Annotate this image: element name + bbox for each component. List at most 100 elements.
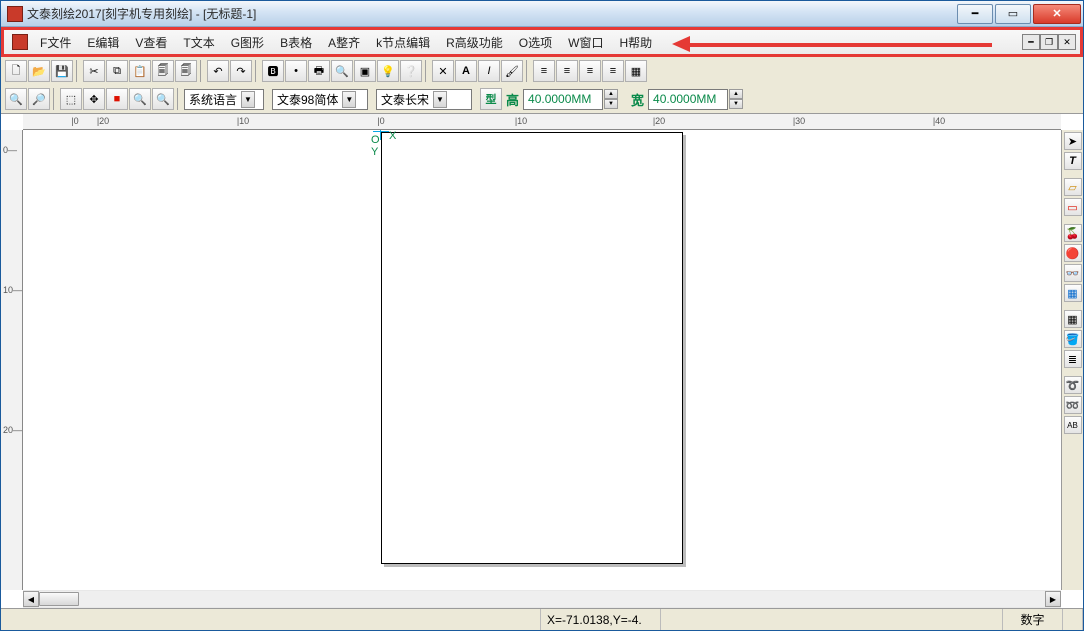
menu-table[interactable]: B表格 xyxy=(272,31,320,54)
shape-button[interactable]: 型 xyxy=(480,88,502,110)
tool-bold[interactable]: 🅱 xyxy=(262,60,284,82)
horizontal-scrollbar[interactable]: ◀ ▶ xyxy=(23,590,1061,608)
tool-glasses[interactable]: 👓 xyxy=(1064,264,1082,282)
tool-cursor[interactable]: ➤ xyxy=(1064,132,1082,150)
dropdown-icon[interactable]: ▼ xyxy=(433,91,447,108)
frame-button[interactable]: ▣ xyxy=(354,60,376,82)
align-left-button[interactable]: ≡ xyxy=(533,60,555,82)
group-button-b[interactable]: 🗐 xyxy=(175,60,197,82)
charA-button[interactable]: A xyxy=(455,60,477,82)
menu-text[interactable]: T文本 xyxy=(175,31,222,54)
status-spacer xyxy=(661,609,1003,630)
zoom-region-button[interactable]: 🔍 xyxy=(129,88,151,110)
dropdown-icon[interactable]: ▼ xyxy=(342,91,356,108)
canvas[interactable]: O X Y xyxy=(23,130,1061,590)
preview-button[interactable]: 🔍 xyxy=(331,60,353,82)
window-title: 文泰刻绘2017[刻字机专用刻绘] - [无标题-1] xyxy=(27,5,957,22)
titlebar: 文泰刻绘2017[刻字机专用刻绘] - [无标题-1] ━ ▭ ✕ xyxy=(1,1,1083,27)
dropdown-icon[interactable]: ▼ xyxy=(241,91,255,108)
tool-clipart-a[interactable]: 🍒 xyxy=(1064,224,1082,242)
tool-list[interactable]: • xyxy=(285,60,307,82)
font-combo[interactable]: 文泰98简体 ▼ xyxy=(272,89,368,110)
open-button[interactable]: 📂 xyxy=(28,60,50,82)
menu-window[interactable]: W窗口 xyxy=(560,31,611,54)
group-button-a[interactable]: 🗐 xyxy=(152,60,174,82)
language-combo[interactable]: 系统语言 ▼ xyxy=(184,89,264,110)
print-button[interactable]: 🖶 xyxy=(308,60,330,82)
tool-lines[interactable]: ≣ xyxy=(1064,350,1082,368)
maximize-button[interactable]: ▭ xyxy=(995,4,1031,24)
brush-button[interactable]: 🖌 xyxy=(501,60,523,82)
minimize-button[interactable]: ━ xyxy=(957,4,993,24)
paste-button[interactable]: 📋 xyxy=(129,60,151,82)
tool-rect[interactable]: ▭ xyxy=(1064,198,1082,216)
close-button[interactable]: ✕ xyxy=(1033,4,1081,24)
scroll-right-button[interactable]: ▶ xyxy=(1045,591,1061,607)
redo-button[interactable]: ↷ xyxy=(230,60,252,82)
ruler-tick: 0— xyxy=(3,145,17,155)
menu-view[interactable]: V查看 xyxy=(127,31,175,54)
align-center-button[interactable]: ≡ xyxy=(556,60,578,82)
doc-icon xyxy=(12,34,28,50)
origin-x-label: X xyxy=(389,130,396,142)
tool-text[interactable]: T xyxy=(1064,152,1082,170)
menu-help[interactable]: H帮助 xyxy=(611,31,660,54)
scroll-track[interactable] xyxy=(39,591,1045,607)
width-input[interactable] xyxy=(648,89,728,110)
menu-edit[interactable]: E编辑 xyxy=(79,31,127,54)
scroll-left-button[interactable]: ◀ xyxy=(23,591,39,607)
ruler-tick: |0 xyxy=(71,116,78,126)
menu-file[interactable]: F文件 xyxy=(32,31,79,54)
align-right-button[interactable]: ≡ xyxy=(579,60,601,82)
save-button[interactable]: 💾 xyxy=(51,60,73,82)
width-spin-up[interactable]: ▲ xyxy=(729,89,743,99)
ruler-tick: |20 xyxy=(97,116,109,126)
tool-palette[interactable]: ▦ xyxy=(1064,310,1082,328)
fill-red-button[interactable]: ■ xyxy=(106,88,128,110)
style-combo[interactable]: 文泰长宋 ▼ xyxy=(376,89,472,110)
tool-ab[interactable]: AB xyxy=(1064,416,1082,434)
ruler-tick: |10 xyxy=(515,116,527,126)
language-combo-value: 系统语言 xyxy=(189,91,237,108)
align-justify-button[interactable]: ≡ xyxy=(602,60,624,82)
origin-y-label: Y xyxy=(371,146,378,158)
tool-bucket[interactable]: 🪣 xyxy=(1064,330,1082,348)
zoom-in-button[interactable]: 🔍 xyxy=(5,88,27,110)
scroll-thumb[interactable] xyxy=(39,592,79,606)
tool-table[interactable]: ▦ xyxy=(1064,284,1082,302)
about-button[interactable]: ❔ xyxy=(400,60,422,82)
tool-skew[interactable]: ▱ xyxy=(1064,178,1082,196)
menu-align[interactable]: A整齐 xyxy=(320,31,368,54)
tool-clipart-b[interactable]: 🔴 xyxy=(1064,244,1082,262)
mdi-close[interactable]: ✕ xyxy=(1058,34,1076,50)
ruler-tick: |10 xyxy=(237,116,249,126)
width-spin-down[interactable]: ▼ xyxy=(729,99,743,109)
zoom-out-button[interactable]: 🔎 xyxy=(28,88,50,110)
tool-path-a[interactable]: ➰ xyxy=(1064,376,1082,394)
new-button[interactable]: 🗋 xyxy=(5,60,27,82)
height-spin-down[interactable]: ▼ xyxy=(604,99,618,109)
tool-path-b[interactable]: ➿ xyxy=(1064,396,1082,414)
workspace: |0|20|10|0|10|20|30|40 0—10—20— O X Y ➤ … xyxy=(1,114,1083,608)
copy-button[interactable]: ⧉ xyxy=(106,60,128,82)
menu-advanced[interactable]: R高级功能 xyxy=(438,31,511,54)
node-button[interactable]: ✕ xyxy=(432,60,454,82)
pan-button[interactable]: ✥ xyxy=(83,88,105,110)
toolbar-secondary: 🔍 🔎 ⬚ ✥ ■ 🔍 🔍 系统语言 ▼ 文泰98简体 ▼ 文泰长宋 ▼ xyxy=(1,85,1083,113)
cut-button[interactable]: ✂ xyxy=(83,60,105,82)
height-input[interactable] xyxy=(523,89,603,110)
menu-options[interactable]: O选项 xyxy=(511,31,560,54)
status-message xyxy=(1,609,541,630)
height-spin-up[interactable]: ▲ xyxy=(604,89,618,99)
menu-graphic[interactable]: G图形 xyxy=(223,31,272,54)
grid-button[interactable]: ▦ xyxy=(625,60,647,82)
menu-node[interactable]: k节点编辑 xyxy=(368,31,438,54)
undo-button[interactable]: ↶ xyxy=(207,60,229,82)
mdi-minimize[interactable]: ━ xyxy=(1022,34,1040,50)
select-button[interactable]: ⬚ xyxy=(60,88,82,110)
bulb-button[interactable]: 💡 xyxy=(377,60,399,82)
mdi-restore[interactable]: ❐ xyxy=(1040,34,1058,50)
italic-button[interactable]: I xyxy=(478,60,500,82)
zoom-page-button[interactable]: 🔍 xyxy=(152,88,174,110)
ruler-horizontal: |0|20|10|0|10|20|30|40 xyxy=(23,114,1061,130)
